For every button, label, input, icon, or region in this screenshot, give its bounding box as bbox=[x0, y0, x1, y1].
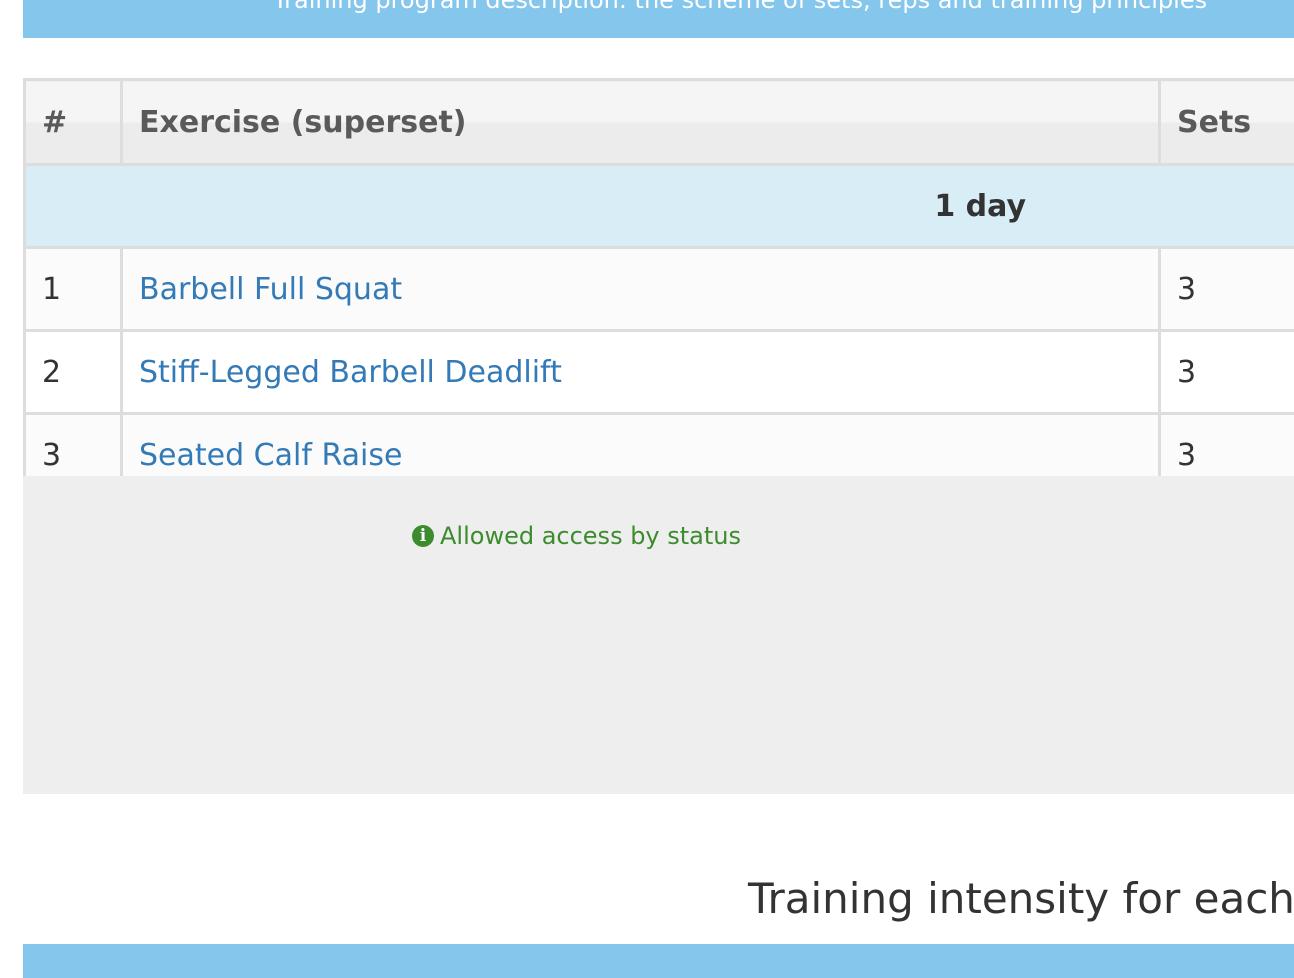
day-row-filler bbox=[1158, 163, 1294, 249]
table-row: 1 Barbell Full Squat 3 bbox=[23, 246, 1294, 332]
exercise-link[interactable]: Seated Calf Raise bbox=[139, 438, 402, 473]
column-header-exercise: Exercise (superset) bbox=[120, 78, 1161, 166]
exercise-cell: Seated Calf Raise bbox=[120, 412, 1161, 476]
sets-cell: 3 bbox=[1158, 412, 1294, 476]
top-banner-text: Training program description: the scheme… bbox=[273, 0, 1208, 14]
access-note-text: Allowed access by status bbox=[440, 522, 742, 550]
program-table-container: # Exercise (superset) Sets 1 day 1 Barbe… bbox=[23, 78, 1294, 476]
access-note: i Allowed access by status bbox=[412, 522, 741, 550]
table-header-row: # Exercise (superset) Sets bbox=[23, 78, 1294, 166]
column-header-sets: Sets bbox=[1158, 78, 1294, 166]
table-body: 1 day 1 Barbell Full Squat 3 2 Stiff-Leg… bbox=[23, 163, 1294, 476]
row-number: 2 bbox=[23, 329, 123, 415]
row-number: 1 bbox=[23, 246, 123, 332]
column-header-num: # bbox=[23, 78, 123, 166]
sets-cell: 3 bbox=[1158, 329, 1294, 415]
section-title: Training intensity for each bbox=[748, 874, 1294, 923]
exercise-link[interactable]: Barbell Full Squat bbox=[139, 272, 402, 307]
table-header: # Exercise (superset) Sets bbox=[23, 78, 1294, 166]
info-circle-icon: i bbox=[412, 525, 434, 547]
top-banner: Training program description: the scheme… bbox=[23, 0, 1294, 38]
day-label: 1 day bbox=[23, 163, 1161, 249]
table-row: 2 Stiff-Legged Barbell Deadlift 3 bbox=[23, 329, 1294, 415]
exercise-cell: Barbell Full Squat bbox=[120, 246, 1161, 332]
bottom-banner bbox=[23, 944, 1294, 978]
sets-cell: 3 bbox=[1158, 246, 1294, 332]
row-number: 3 bbox=[23, 412, 123, 476]
day-row: 1 day bbox=[23, 163, 1294, 249]
table-row: 3 Seated Calf Raise 3 bbox=[23, 412, 1294, 476]
program-table: # Exercise (superset) Sets 1 day 1 Barbe… bbox=[23, 78, 1294, 476]
exercise-cell: Stiff-Legged Barbell Deadlift bbox=[120, 329, 1161, 415]
exercise-link[interactable]: Stiff-Legged Barbell Deadlift bbox=[139, 355, 562, 390]
